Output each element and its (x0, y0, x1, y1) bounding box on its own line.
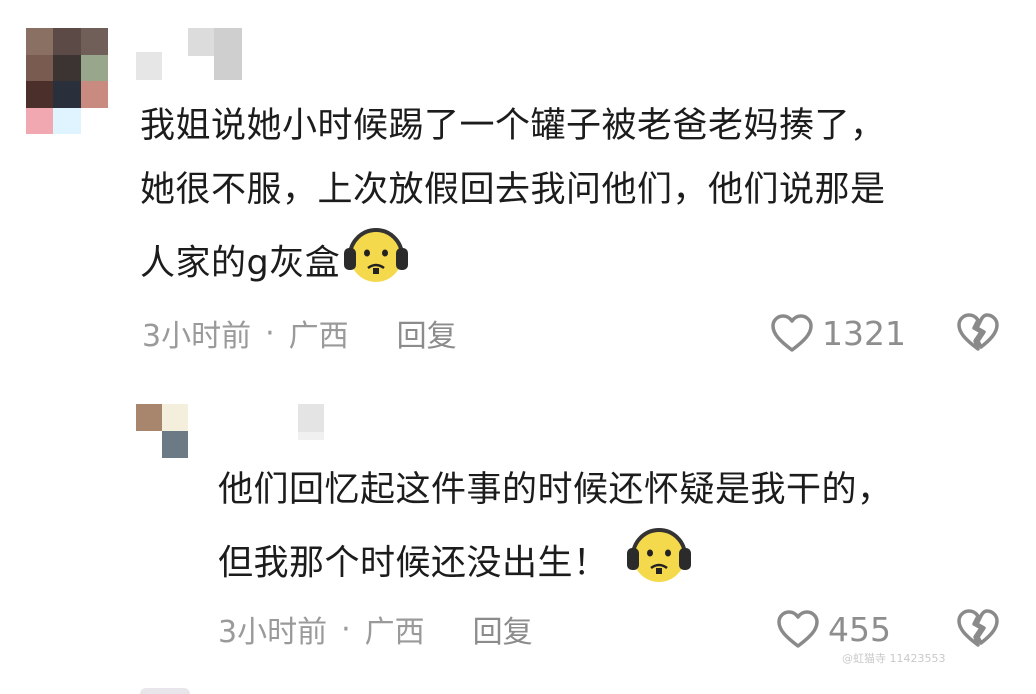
comment-line: 人家的g灰盒 (140, 243, 341, 284)
reply-body: 他们回忆起这件事的时候还怀疑是我干的， 但我那个时候还没出生！ (218, 458, 1018, 607)
username-blur-block (136, 52, 162, 80)
comment-line: 但我那个时候还没出生！ (218, 543, 609, 584)
username-blur-block (214, 28, 242, 80)
headphones-frown-emoji-icon (340, 222, 412, 307)
username-blur-block (188, 28, 214, 56)
comment-line-with-emoji: 人家的g灰盒 (140, 222, 1020, 307)
comment-body: 我姐说她小时候踢了一个罐子被老爸老妈揍了， 她很不服，上次放假回去我问他们，他们… (140, 94, 1020, 307)
dislike-button[interactable] (956, 312, 1000, 356)
dislike-button[interactable] (956, 608, 1000, 652)
reply-username-blur[interactable] (298, 404, 324, 432)
reply-meta: 3小时前 · 广西 回复 (218, 607, 533, 651)
like-button[interactable]: 1321 (770, 310, 906, 356)
comment-line: 他们回忆起这件事的时候还怀疑是我干的， (218, 470, 893, 510)
reply-avatar[interactable] (136, 404, 188, 458)
comment-time: 3小时前 (142, 319, 252, 354)
comment-time: 3小时前 (218, 615, 328, 650)
comment-line: 她很不服，上次放假回去我问他们，他们说那是 (140, 170, 886, 210)
comment-meta: 3小时前 · 广西 回复 (142, 311, 457, 355)
reply-button[interactable]: 回复 (473, 607, 533, 651)
watermark: @虹猫寺 11423553 (842, 652, 946, 665)
next-comment-avatar[interactable] (140, 688, 190, 694)
like-count: 455 (828, 609, 891, 649)
comment-line-with-emoji: 但我那个时候还没出生！ (218, 522, 1018, 607)
reply-button[interactable]: 回复 (397, 311, 457, 355)
heart-outline-icon (771, 314, 813, 352)
comment-location: 广西 (364, 615, 425, 650)
meta-separator: · (265, 315, 275, 351)
broken-heart-icon (957, 313, 999, 351)
heart-outline-icon (777, 610, 819, 648)
broken-heart-icon (957, 609, 999, 647)
comment-line: 我姐说她小时候踢了一个罐子被老爸老妈揍了， (140, 106, 886, 146)
headphones-frown-emoji-icon (623, 522, 695, 607)
meta-separator: · (341, 611, 351, 647)
comment-location: 广西 (288, 319, 349, 354)
like-count: 1321 (822, 313, 906, 353)
commenter-avatar[interactable] (26, 28, 108, 134)
reply-username-blur (298, 432, 324, 440)
like-button[interactable]: 455 (776, 606, 891, 652)
